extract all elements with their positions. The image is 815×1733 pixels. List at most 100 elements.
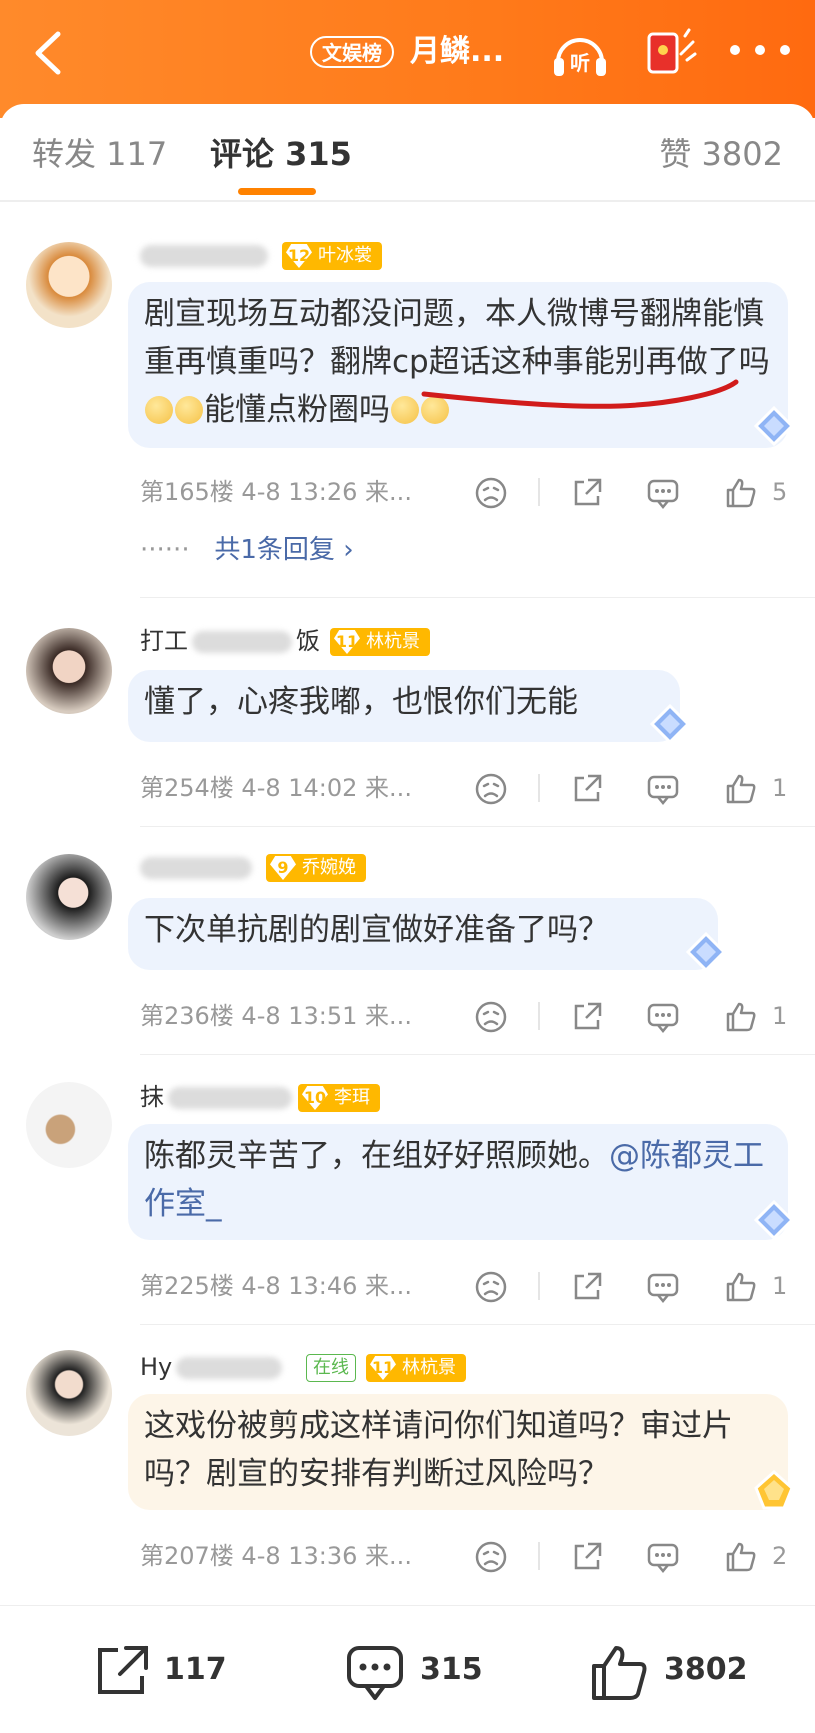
comment-item: 12 叶冰裳 剧宣现场互动都没问题，本人微博号翻牌能慎重再慎重吗？翻牌cp超话这种… xyxy=(0,212,815,598)
diamond-icon xyxy=(649,703,691,745)
avatar[interactable] xyxy=(26,854,112,940)
gold-diamond-icon xyxy=(754,1469,794,1510)
blurred-name xyxy=(140,245,268,267)
comment-item: 打工饭 11 林杭景 懂了，心疼我嘟，也恨你们无能 第254楼 4-8 14:02… xyxy=(0,598,815,827)
emoji-icon xyxy=(391,396,419,424)
like-icon[interactable] xyxy=(724,1540,758,1574)
tab-bar: 转发 117 评论 315 赞 3802 xyxy=(0,104,815,200)
share-icon[interactable] xyxy=(570,476,604,510)
comment-meta: 第254楼 4-8 14:02 来... xyxy=(140,774,412,802)
share-icon[interactable] xyxy=(570,1000,604,1034)
comment-icon[interactable] xyxy=(646,772,680,806)
comment-text-main: 剧宣现场互动都没问题，本人微博号翻牌能慎重再慎重吗？翻牌cp超话这种事能别再做了… xyxy=(144,296,770,380)
dislike-icon[interactable] xyxy=(474,1540,508,1574)
share-icon[interactable] xyxy=(570,1270,604,1304)
avatar[interactable] xyxy=(26,1082,112,1168)
like-count: 1 xyxy=(772,1002,788,1030)
back-icon[interactable] xyxy=(28,28,68,78)
view-replies-link[interactable]: ······ 共1条回复 › xyxy=(140,532,354,568)
separator xyxy=(538,1542,540,1570)
diamond-icon xyxy=(685,931,727,973)
fan-level-badge[interactable]: 12 叶冰裳 xyxy=(282,242,382,270)
like-count: 5 xyxy=(772,478,788,506)
comment-count: 315 xyxy=(420,1652,483,1687)
comment-text: 下次单抗剧的剧宣做好准备了吗？ xyxy=(128,898,718,970)
comment-item: 9 乔婉娩 下次单抗剧的剧宣做好准备了吗？ 第236楼 4-8 13:51 来..… xyxy=(0,826,815,1055)
share-icon[interactable] xyxy=(570,1540,604,1574)
dislike-icon[interactable] xyxy=(474,476,508,510)
comment-item: 抹 10 李珥 陈都灵辛苦了，在组好好照顾她。@陈都灵工作室_ 第225楼 4-8… xyxy=(0,1054,815,1325)
blurred-name xyxy=(140,857,252,879)
username[interactable]: Hy xyxy=(140,1352,283,1382)
like-button[interactable]: 3802 xyxy=(590,1644,760,1700)
share-icon[interactable] xyxy=(570,772,604,806)
red-packet-icon[interactable] xyxy=(645,26,697,80)
view-replies-label[interactable]: 共1条回复 xyxy=(214,535,335,565)
repost-icon xyxy=(98,1646,148,1694)
like-total: 3802 xyxy=(664,1652,748,1687)
comment-meta: 第225楼 4-8 13:46 来... xyxy=(140,1272,412,1300)
comment-button[interactable]: 315 xyxy=(346,1644,486,1700)
repost-button[interactable]: 117 xyxy=(94,1644,227,1696)
dislike-icon[interactable] xyxy=(474,1270,508,1304)
like-count: 2 xyxy=(772,1542,788,1570)
blurred-name xyxy=(168,1087,292,1109)
comment-text: 懂了，心疼我嘟，也恨你们无能 xyxy=(128,670,680,742)
listen-label: 听 xyxy=(570,51,590,75)
avatar[interactable] xyxy=(26,628,112,714)
rank-badge[interactable]: 文娱榜 xyxy=(310,36,394,68)
diamond-icon xyxy=(753,1199,795,1241)
comment-meta: 第165楼 4-8 13:26 来... xyxy=(140,478,412,506)
username[interactable] xyxy=(140,852,252,882)
fan-level-badge[interactable]: 10 李珥 xyxy=(298,1084,380,1112)
separator xyxy=(538,774,540,802)
comment-text: 剧宣现场互动都没问题，本人微博号翻牌能慎重再慎重吗？翻牌cp超话这种事能别再做了… xyxy=(128,282,788,448)
dislike-icon[interactable] xyxy=(474,772,508,806)
thumbs-up-icon xyxy=(592,1646,647,1700)
username[interactable] xyxy=(140,240,268,270)
tab-likes[interactable]: 赞 3802 xyxy=(659,134,783,174)
separator xyxy=(538,478,540,506)
blurred-name xyxy=(192,631,292,653)
comment-item: Hy 在线 11 林杭景 这戏份被剪成这样请问你们知道吗？审过片吗？剧宣的安排有判… xyxy=(0,1324,815,1594)
fan-level-badge[interactable]: 9 乔婉娩 xyxy=(266,854,366,882)
comment-bubble-icon xyxy=(347,1646,403,1700)
like-count: 1 xyxy=(772,774,788,802)
like-icon[interactable] xyxy=(724,1000,758,1034)
emoji-icon xyxy=(145,396,173,424)
fan-level-badge[interactable]: 11 林杭景 xyxy=(330,628,430,656)
tab-indicator xyxy=(238,188,316,195)
like-icon[interactable] xyxy=(724,1270,758,1304)
divider xyxy=(0,200,815,202)
comment-icon[interactable] xyxy=(646,1000,680,1034)
comment-text: 陈都灵辛苦了，在组好好照顾她。@陈都灵工作室_ xyxy=(128,1124,788,1240)
fan-level-badge[interactable]: 11 林杭景 xyxy=(366,1354,466,1382)
username[interactable]: 打工饭 xyxy=(140,626,320,656)
comment-icon[interactable] xyxy=(646,1540,680,1574)
comment-meta: 第207楼 4-8 13:36 来... xyxy=(140,1542,412,1570)
avatar[interactable] xyxy=(26,242,112,328)
dislike-icon[interactable] xyxy=(474,1000,508,1034)
bottom-action-bar: 117 315 3802 xyxy=(0,1605,815,1733)
comment-meta: 第236楼 4-8 13:51 来... xyxy=(140,1002,412,1030)
more-icon[interactable] xyxy=(725,40,795,60)
emoji-icon xyxy=(421,396,449,424)
separator xyxy=(538,1272,540,1300)
diamond-icon xyxy=(753,405,795,447)
comment-text-tail: 能懂点粉圈吗 xyxy=(204,392,390,428)
separator xyxy=(538,1002,540,1030)
online-badge: 在线 xyxy=(306,1354,356,1382)
top-bar: 文娱榜 月鳞... 听 xyxy=(0,0,815,118)
page-title: 月鳞... xyxy=(410,34,505,69)
listen-icon[interactable]: 听 xyxy=(550,24,610,84)
like-icon[interactable] xyxy=(724,476,758,510)
comment-icon[interactable] xyxy=(646,476,680,510)
tab-comments[interactable]: 评论 315 xyxy=(210,134,352,174)
like-icon[interactable] xyxy=(724,772,758,806)
username[interactable]: 抹 xyxy=(140,1082,292,1112)
tab-reposts[interactable]: 转发 117 xyxy=(32,134,167,174)
comment-icon[interactable] xyxy=(646,1270,680,1304)
like-count: 1 xyxy=(772,1272,788,1300)
avatar[interactable] xyxy=(26,1350,112,1436)
blurred-name xyxy=(176,1357,283,1379)
